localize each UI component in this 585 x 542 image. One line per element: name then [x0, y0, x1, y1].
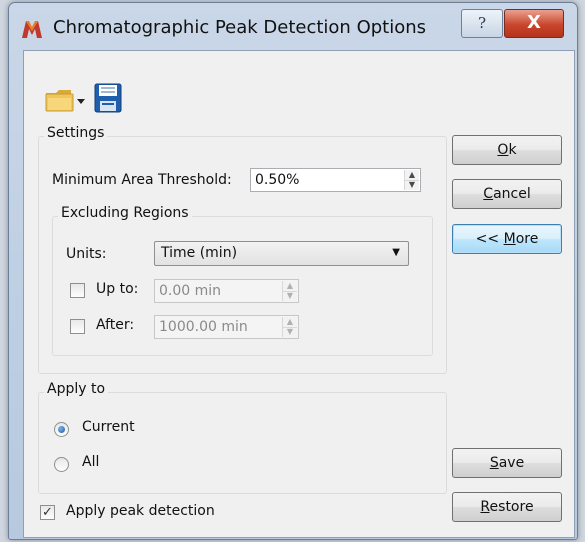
restore-label-rest: estore	[489, 499, 534, 515]
min-area-threshold-value: 0.50%	[255, 172, 300, 188]
units-label: Units:	[66, 246, 107, 262]
dialog-body: Settings Minimum Area Threshold: 0.50% ▲…	[23, 50, 575, 538]
units-selected-value: Time (min)	[161, 245, 238, 261]
spin-down-icon[interactable]: ▼	[283, 327, 297, 337]
open-folder-dropdown-icon[interactable]	[44, 85, 88, 115]
cancel-button[interactable]: Cancel	[452, 179, 562, 209]
min-area-threshold-label: Minimum Area Threshold:	[52, 172, 232, 188]
save-mnemonic: S	[489, 455, 499, 471]
ok-button[interactable]: Ok	[452, 135, 562, 165]
ok-mnemonic: O	[497, 142, 509, 158]
restore-button[interactable]: Restore	[452, 492, 562, 522]
after-value: 1000.00 min	[159, 319, 248, 335]
close-button[interactable]: X	[504, 9, 564, 38]
apply-to-legend: Apply to	[44, 381, 109, 397]
units-dropdown[interactable]: Time (min) ▼	[154, 241, 409, 266]
cancel-label-rest: ancel	[493, 186, 531, 202]
up-to-input[interactable]: 0.00 min ▲ ▼	[154, 279, 299, 303]
more-mnemonic: M	[503, 231, 516, 247]
apply-peak-detection-label: Apply peak detection	[66, 503, 215, 519]
settings-legend: Settings	[44, 125, 108, 141]
more-label-rest: ore	[515, 231, 539, 247]
dialog-window: Chromatographic Peak Detection Options ?…	[8, 2, 578, 540]
apply-current-label: Current	[82, 419, 135, 435]
app-logo-icon	[22, 21, 42, 38]
save-icon[interactable]	[94, 83, 122, 113]
help-button[interactable]: ?	[461, 9, 503, 38]
ok-label-rest: k	[508, 142, 517, 158]
apply-all-radio[interactable]	[54, 457, 69, 472]
more-button[interactable]: << More	[452, 224, 562, 254]
save-button[interactable]: Save	[452, 448, 562, 478]
up-to-value: 0.00 min	[159, 283, 222, 299]
min-area-threshold-input[interactable]: 0.50% ▲ ▼	[250, 168, 421, 192]
apply-all-label: All	[82, 454, 100, 470]
min-area-threshold-spinner[interactable]: ▲ ▼	[404, 170, 419, 190]
save-label-rest: ave	[498, 455, 525, 471]
up-to-spinner[interactable]: ▲ ▼	[282, 281, 297, 301]
spin-down-icon[interactable]: ▼	[405, 180, 419, 190]
excluding-regions-legend: Excluding Regions	[58, 205, 192, 221]
after-checkbox[interactable]	[70, 319, 85, 334]
window-title: Chromatographic Peak Detection Options	[53, 17, 427, 38]
title-bar[interactable]: Chromatographic Peak Detection Options ?…	[9, 3, 577, 51]
up-to-checkbox[interactable]	[70, 283, 85, 298]
up-to-label: Up to:	[96, 281, 139, 297]
apply-current-radio[interactable]	[54, 422, 69, 437]
after-spinner[interactable]: ▲ ▼	[282, 317, 297, 337]
cancel-mnemonic: C	[483, 186, 494, 202]
apply-peak-detection-checkbox[interactable]: ✓	[40, 505, 55, 520]
after-input[interactable]: 1000.00 min ▲ ▼	[154, 315, 299, 339]
more-prefix: <<	[475, 231, 504, 247]
chevron-down-icon: ▼	[392, 247, 400, 258]
after-label: After:	[96, 317, 135, 333]
restore-mnemonic: R	[480, 499, 490, 515]
spin-down-icon[interactable]: ▼	[283, 291, 297, 301]
apply-to-group: Apply to	[38, 381, 447, 494]
